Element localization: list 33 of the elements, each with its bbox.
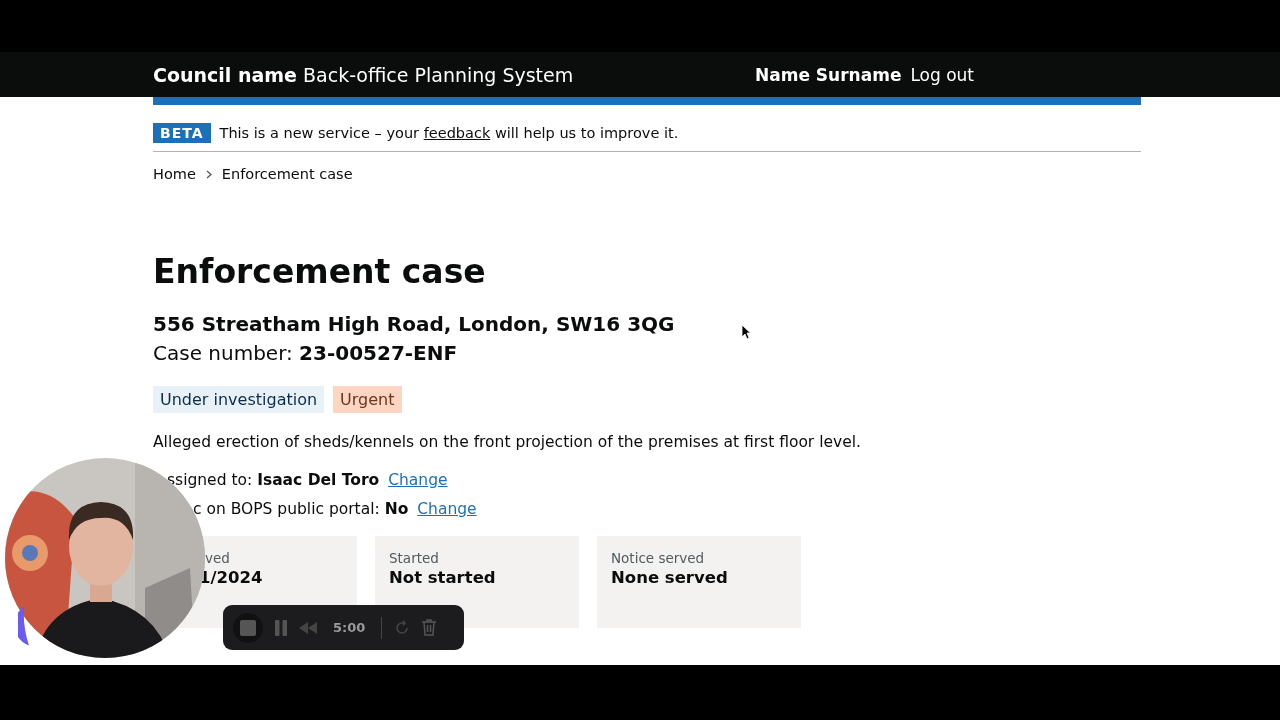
logout-link[interactable]: Log out xyxy=(910,64,975,85)
case-description: Alleged erection of sheds/kennels on the front projection of the premises at first floor level. xyxy=(153,432,862,451)
card-label: ved xyxy=(205,549,231,566)
status-tag: Urgent xyxy=(333,385,402,413)
trash-icon[interactable] xyxy=(422,619,437,636)
phase-tag: BETA xyxy=(153,123,211,143)
site-address: 556 Streatham High Road, London, SW16 3QG xyxy=(153,311,675,336)
card-label: Started xyxy=(389,549,440,566)
feedback-link[interactable]: feedback xyxy=(423,125,491,141)
card-label: Notice served xyxy=(611,549,706,566)
stop-icon xyxy=(240,619,256,636)
case-number: Case number: 23-00527-ENF xyxy=(153,340,459,365)
rewind-icon[interactable] xyxy=(299,621,317,634)
chevron-icon xyxy=(205,169,212,179)
user-name: Name Surname xyxy=(755,64,902,85)
detail-text: ssigned to: Isaac Del Toro xyxy=(167,470,380,489)
page-title: Enforcement case xyxy=(153,252,487,292)
cursor-icon xyxy=(741,324,751,340)
change-link[interactable]: Change xyxy=(388,470,448,489)
restart-icon[interactable] xyxy=(394,619,411,636)
card-value: None served xyxy=(611,567,729,587)
status-tag: Under investigation xyxy=(153,385,325,413)
breadcrumb-link[interactable]: Enforcement case xyxy=(221,166,353,182)
recording-timer: 5:00 xyxy=(332,620,367,635)
service-title: Council name Back-office Planning System xyxy=(153,63,575,86)
pause-icon[interactable] xyxy=(275,619,287,636)
phase-banner-text: This is a new service – your feedback will help us to improve it. xyxy=(219,125,679,141)
card-value: Not started xyxy=(389,567,497,587)
detail-text: c on BOPS public portal: No xyxy=(193,499,409,518)
breadcrumb-link[interactable]: Home xyxy=(153,166,196,182)
card-value: 1/2024 xyxy=(199,567,264,587)
stop-button[interactable] xyxy=(233,612,263,643)
change-link[interactable]: Change xyxy=(417,499,477,518)
